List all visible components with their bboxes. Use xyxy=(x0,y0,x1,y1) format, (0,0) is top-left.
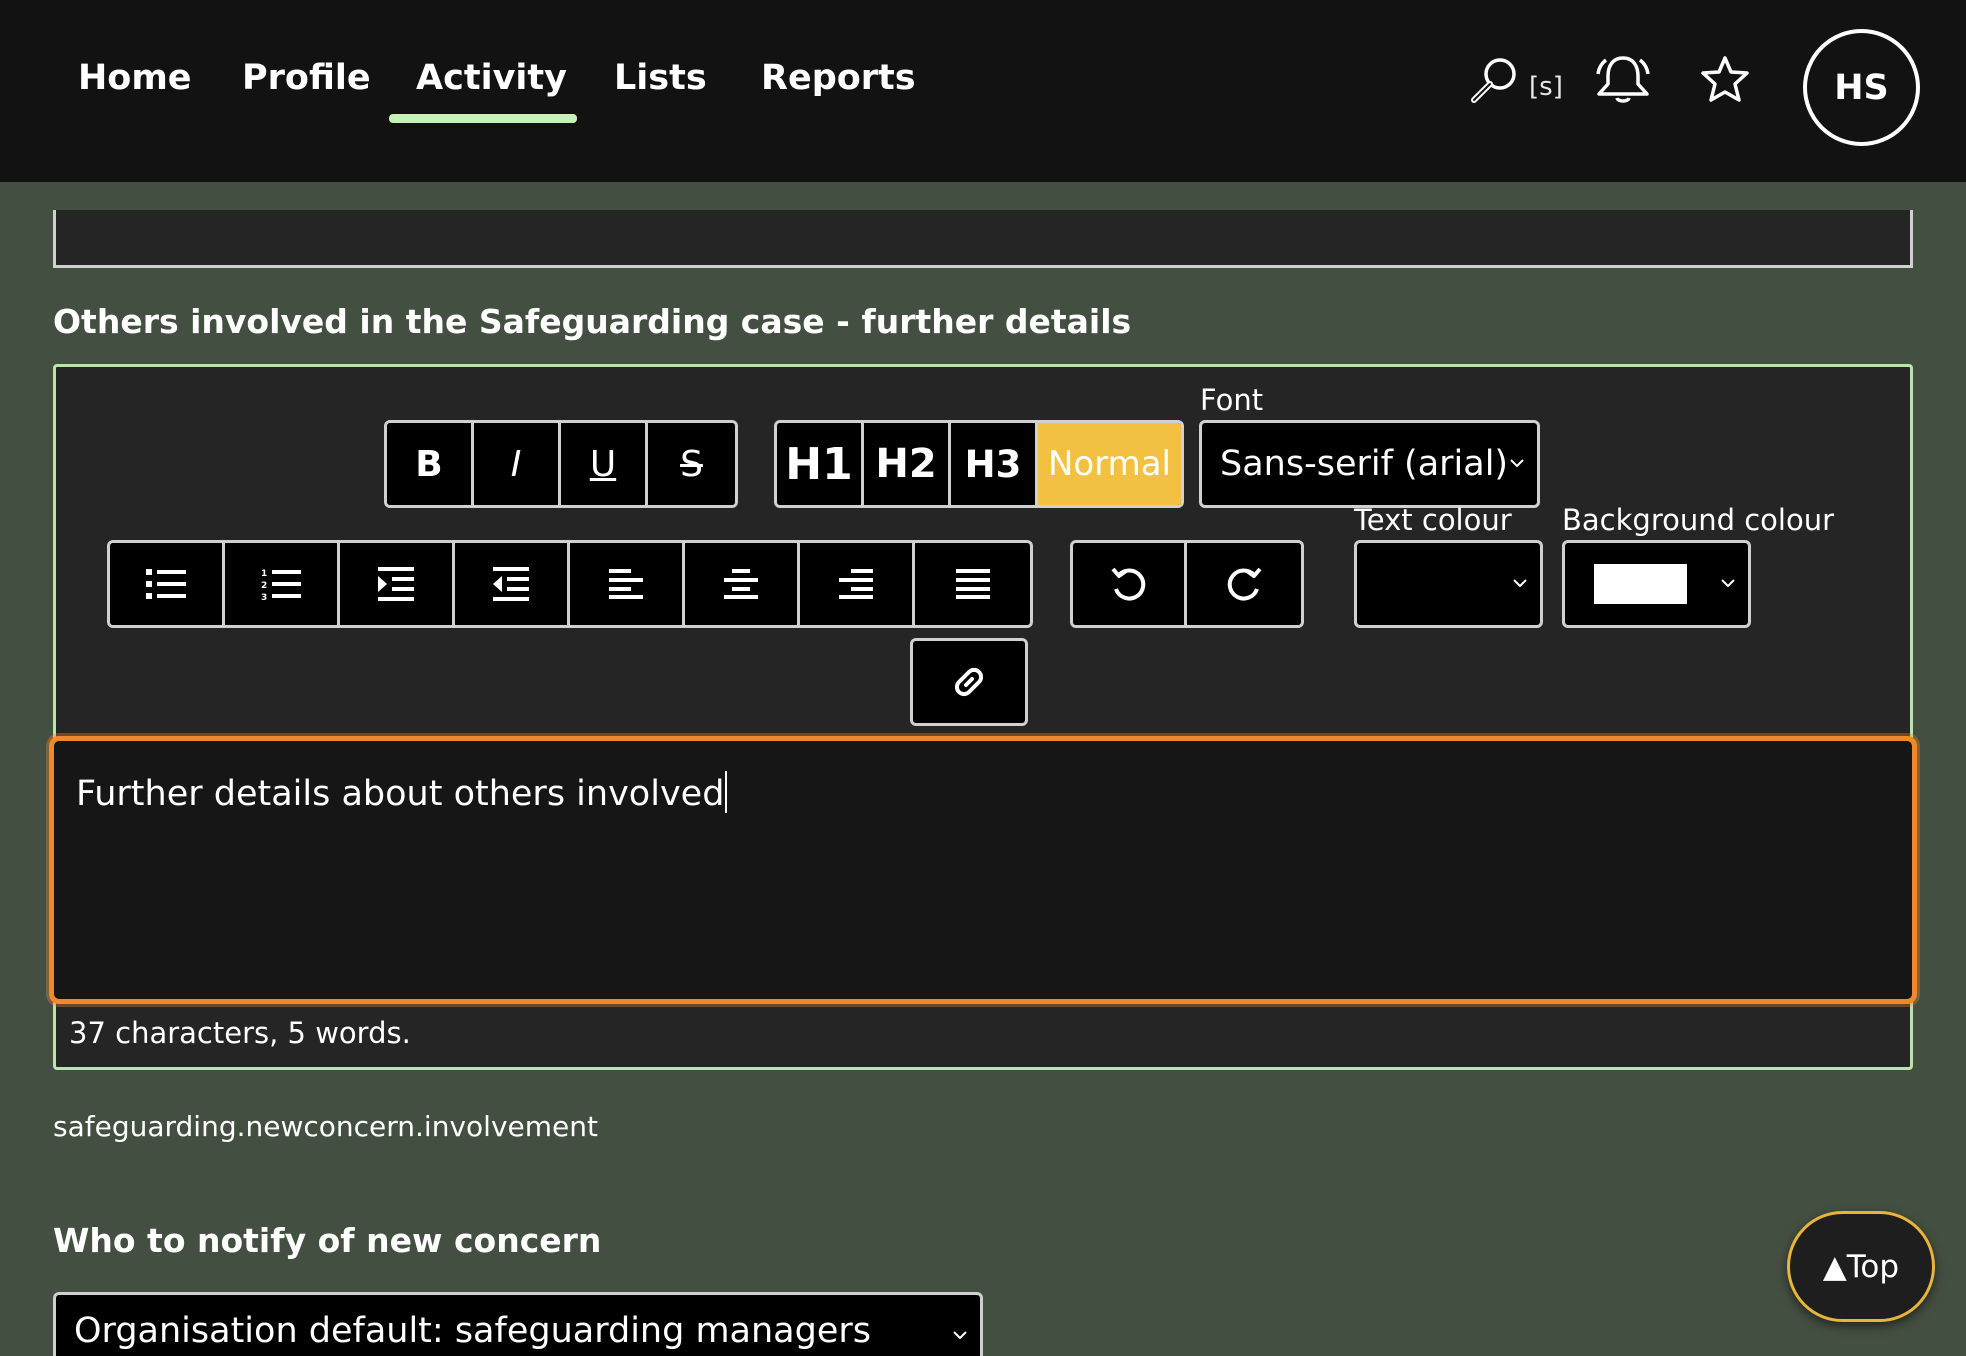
section-title-notify: Who to notify of new concern xyxy=(53,1221,602,1260)
undo-button[interactable] xyxy=(1073,543,1187,625)
align-right-icon xyxy=(839,569,873,599)
align-center-icon xyxy=(724,569,758,599)
nav-lists[interactable]: Lists xyxy=(614,50,707,106)
h2-button[interactable]: H2 xyxy=(864,423,951,505)
back-to-top-label: ▲Top xyxy=(1822,1248,1900,1285)
nav-reports[interactable]: Reports xyxy=(761,50,916,106)
numbered-list-icon: 1 2 3 xyxy=(261,569,301,601)
top-navigation-bar: Home Profile Activity Lists Reports [s] … xyxy=(0,0,1966,182)
history-group xyxy=(1070,540,1304,628)
section-title-others-involved: Others involved in the Safeguarding case… xyxy=(53,302,1132,341)
normal-button[interactable]: Normal xyxy=(1038,423,1181,505)
underline-label: U xyxy=(589,443,617,485)
text-format-group: B I U S xyxy=(384,420,738,508)
align-center-button[interactable] xyxy=(685,543,800,625)
strikethrough-label: S xyxy=(680,443,703,485)
italic-label: I xyxy=(510,443,522,485)
indent-icon xyxy=(378,567,414,601)
link-icon xyxy=(954,667,984,697)
user-avatar[interactable]: HS xyxy=(1803,29,1920,146)
bold-button[interactable]: B xyxy=(387,423,474,505)
previous-field-box[interactable] xyxy=(53,210,1913,268)
chevron-down-icon xyxy=(953,1331,967,1340)
indent-button[interactable] xyxy=(340,543,455,625)
heading-group: H1 H2 H3 Normal xyxy=(774,420,1184,508)
svg-text:2: 2 xyxy=(261,581,267,591)
editor-content-area[interactable]: Further details about others involved xyxy=(49,736,1917,1004)
back-to-top-button[interactable]: ▲Top xyxy=(1787,1211,1935,1322)
notify-select-value: Organisation default: safeguarding manag… xyxy=(74,1311,871,1351)
h3-button[interactable]: H3 xyxy=(951,423,1038,505)
search-icon[interactable] xyxy=(1468,54,1520,106)
redo-icon xyxy=(1227,567,1262,601)
colour-swatch xyxy=(1594,564,1687,604)
bullet-list-button[interactable] xyxy=(110,543,225,625)
editor-content-text: Further details about others involved xyxy=(76,774,725,814)
search-shortcut-hint: [s] xyxy=(1529,72,1563,102)
numbered-list-button[interactable]: 1 2 3 xyxy=(225,543,340,625)
field-key-label: safeguarding.newconcern.involvement xyxy=(53,1110,598,1143)
list-align-group: 1 2 3 xyxy=(107,540,1033,628)
bold-label: B xyxy=(415,443,443,485)
svg-text:1: 1 xyxy=(261,569,267,579)
background-colour-label: Background colour xyxy=(1562,503,1835,537)
h3-label: H3 xyxy=(964,442,1022,486)
text-caret xyxy=(725,771,728,813)
align-justify-button[interactable] xyxy=(915,543,1030,625)
nav-activity[interactable]: Activity xyxy=(416,50,567,106)
editor-text: Further details about others involved xyxy=(76,771,728,814)
align-left-button[interactable] xyxy=(570,543,685,625)
chevron-down-icon xyxy=(1721,579,1735,588)
insert-link-button[interactable] xyxy=(913,641,1025,723)
align-left-icon xyxy=(609,569,643,599)
bell-icon[interactable] xyxy=(1592,54,1654,106)
text-colour-label: Text colour xyxy=(1354,503,1512,537)
character-word-counter: 37 characters, 5 words. xyxy=(69,1016,411,1050)
align-justify-icon xyxy=(955,569,990,599)
h2-label: H2 xyxy=(875,441,937,487)
font-select[interactable]: Sans-serif (arial) xyxy=(1199,420,1540,508)
align-right-button[interactable] xyxy=(800,543,915,625)
star-icon[interactable] xyxy=(1698,54,1752,106)
strikethrough-button[interactable]: S xyxy=(648,423,735,505)
chevron-down-icon xyxy=(1510,459,1524,468)
normal-label: Normal xyxy=(1047,444,1172,484)
h1-label: H1 xyxy=(785,438,853,490)
bullet-list-icon xyxy=(146,569,186,599)
font-select-value: Sans-serif (arial) xyxy=(1220,444,1509,484)
active-tab-indicator xyxy=(389,114,577,123)
nav-profile[interactable]: Profile xyxy=(242,50,371,106)
outdent-button[interactable] xyxy=(455,543,570,625)
background-colour-select[interactable] xyxy=(1562,540,1751,628)
nav-home[interactable]: Home xyxy=(78,50,192,106)
font-label: Font xyxy=(1200,383,1264,417)
link-group xyxy=(910,638,1028,726)
h1-button[interactable]: H1 xyxy=(777,423,864,505)
chevron-down-icon xyxy=(1513,579,1527,588)
text-colour-select[interactable] xyxy=(1354,540,1543,628)
redo-button[interactable] xyxy=(1187,543,1301,625)
notify-select[interactable]: Organisation default: safeguarding manag… xyxy=(53,1292,983,1356)
italic-button[interactable]: I xyxy=(474,423,561,505)
outdent-icon xyxy=(493,567,529,601)
underline-button[interactable]: U xyxy=(561,423,648,505)
svg-text:3: 3 xyxy=(261,593,267,601)
undo-icon xyxy=(1110,567,1145,601)
